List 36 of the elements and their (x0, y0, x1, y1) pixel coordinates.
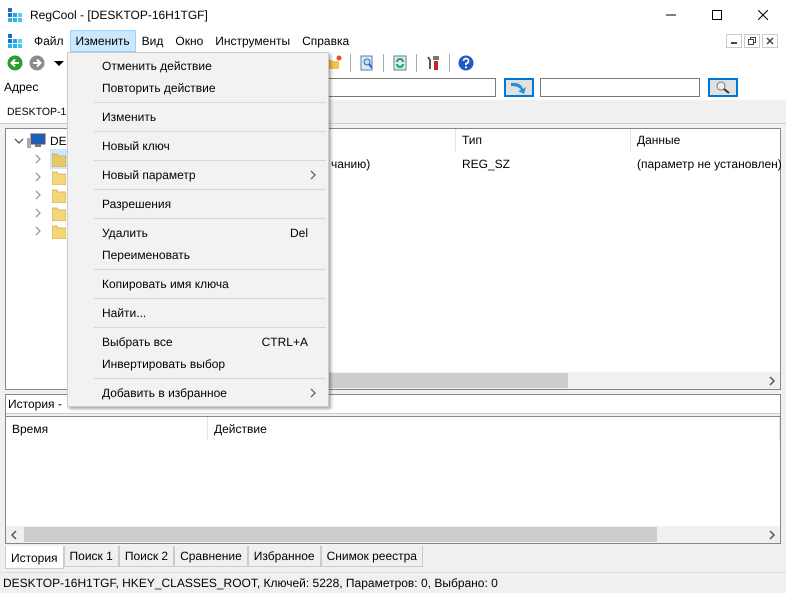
column-header[interactable]: Действие (208, 417, 780, 441)
menu-item[interactable]: Окно (169, 30, 210, 52)
panel-tab[interactable]: Поиск 2 (118, 546, 174, 567)
menu-item[interactable]: Файл (28, 30, 70, 52)
menu-item[interactable]: Переименовать (68, 244, 328, 266)
table-cell-text: чанию) (330, 156, 372, 173)
panel-tab[interactable]: Снимок реестра (320, 546, 423, 567)
column-header[interactable]: Время (6, 417, 208, 441)
menu-item[interactable]: Вид (136, 30, 170, 52)
menu-item[interactable]: Выбрать все CTRL+A (68, 331, 328, 353)
menu-item[interactable]: Копировать имя ключа (68, 273, 328, 295)
menu-item[interactable]: Новый параметр (68, 164, 328, 186)
menu-item[interactable]: Разрешения (68, 193, 328, 215)
menu-item[interactable]: Найти... (68, 302, 328, 324)
menu-item[interactable]: Повторить действие (68, 77, 328, 99)
column-header[interactable]: Тип (456, 129, 631, 151)
tree-item[interactable]: DE (48, 132, 69, 150)
menu-item[interactable]: Удалить Del (68, 222, 328, 244)
column-header[interactable]: Данные (631, 129, 786, 151)
shortcut-label: CTRL+A (262, 334, 308, 351)
panel-tab[interactable]: История (5, 546, 64, 569)
panel-tab[interactable]: Поиск 1 (64, 546, 119, 567)
shortcut-label: Del (290, 225, 308, 242)
table-cell-text: (параметр не установлен) (636, 156, 783, 173)
status-bar: DESKTOP-16H1TGF, HKEY_CLASSES_ROOT, Ключей: 5228, Параметров: 0, Выбрано: 0 (0, 572, 786, 592)
menu-item[interactable]: Инвертировать выбор (68, 353, 328, 375)
table-cell-text: REG_SZ (461, 156, 512, 173)
menu-item[interactable]: Справка (296, 30, 356, 52)
panel-tab[interactable]: Сравнение (174, 546, 248, 567)
panel-tab[interactable]: Избранное (248, 546, 321, 567)
menu-item[interactable]: Инструменты (209, 30, 296, 52)
menu-item[interactable]: Отменить действие (68, 55, 328, 77)
address-label: Адрес (4, 79, 38, 96)
window-title: RegCool - [DESKTOP-16H1TGF] (30, 7, 208, 24)
menu-item[interactable]: Изменить (70, 30, 136, 52)
menu-item[interactable]: Новый ключ (68, 135, 328, 157)
